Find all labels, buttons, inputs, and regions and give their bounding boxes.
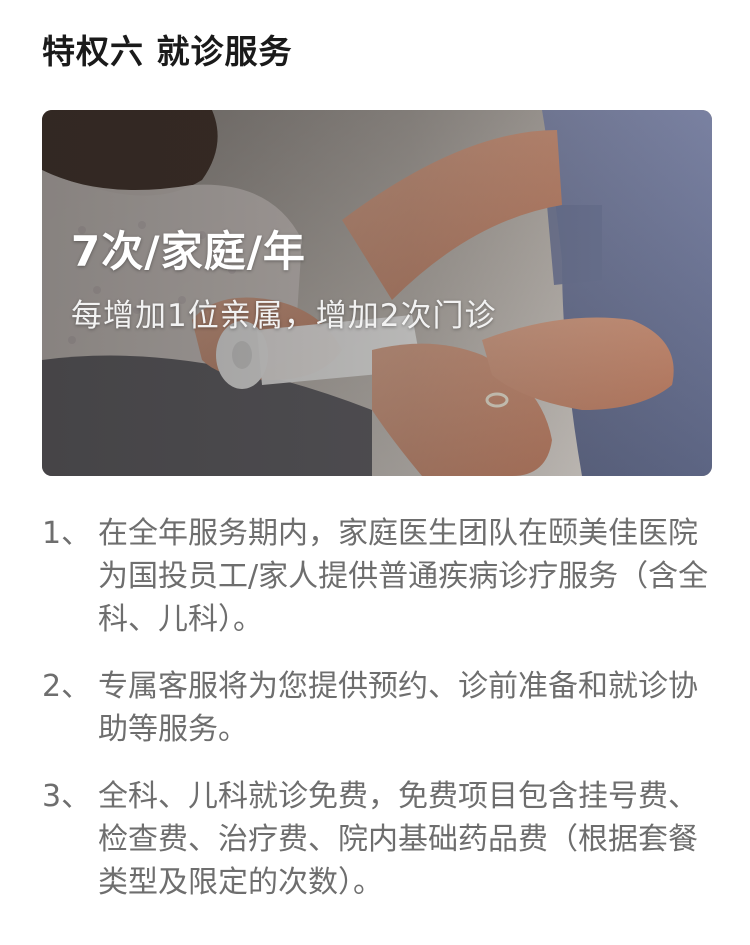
list-item-text: 专属客服将为您提供预约、诊前准备和就诊协助等服务。 [98,669,698,747]
hero-headline: 7次/家庭/年 [71,227,306,276]
list-item: 1、 在全年服务期内，家庭医生团队在颐美佳医院为国投员工/家人提供普通疾病诊疗服… [42,512,712,641]
list-item-number: 3、 [42,779,92,814]
page-title: 特权六 就诊服务 [42,32,293,71]
service-list: 1、 在全年服务期内，家庭医生团队在颐美佳医院为国投员工/家人提供普通疾病诊疗服… [42,512,712,928]
list-item-number: 1、 [42,516,92,551]
hero-subline: 每增加1位亲属，增加2次门诊 [71,298,497,334]
list-item: 3、 全科、儿科就诊免费，免费项目包含挂号费、检查费、治疗费、院内基础药品费（根… [42,775,712,904]
hero-banner: 7次/家庭/年 每增加1位亲属，增加2次门诊 [42,110,712,476]
list-item-text: 全科、儿科就诊免费，免费项目包含挂号费、检查费、治疗费、院内基础药品费（根据套餐… [98,779,698,900]
list-item-number: 2、 [42,669,92,704]
list-item: 2、 专属客服将为您提供预约、诊前准备和就诊协助等服务。 [42,665,712,751]
hero-overlay [42,110,712,476]
list-item-text: 在全年服务期内，家庭医生团队在颐美佳医院为国投员工/家人提供普通疾病诊疗服务（含… [98,516,709,637]
